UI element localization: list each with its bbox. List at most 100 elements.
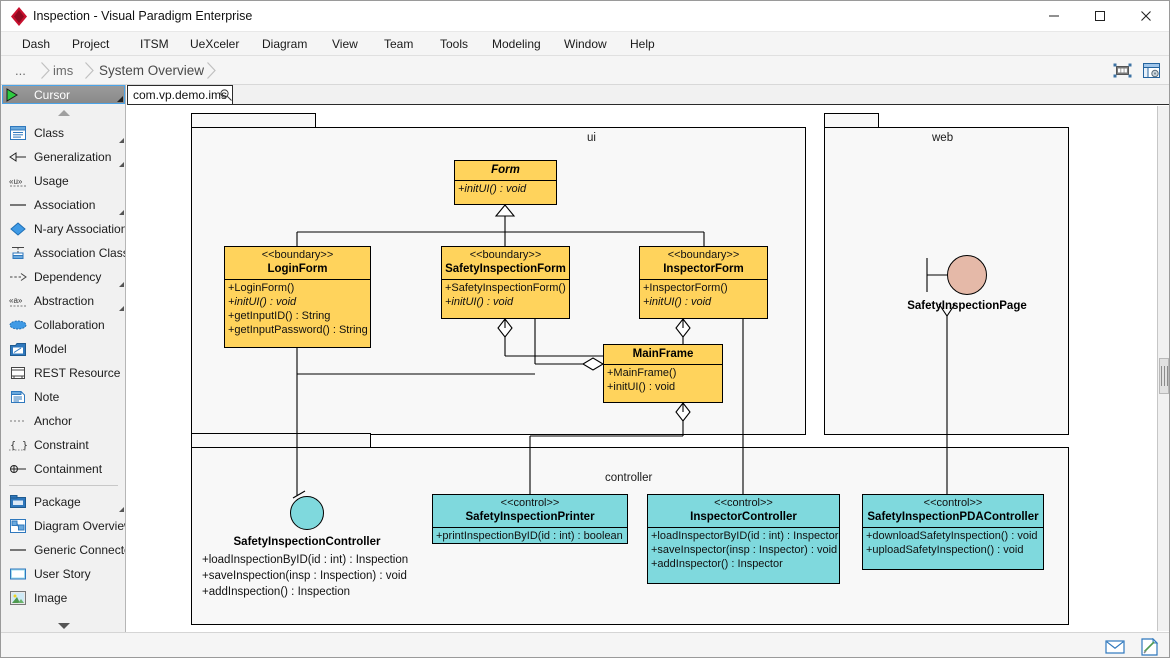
palette-item-note[interactable]: Note <box>1 385 126 409</box>
menu-item-modeling[interactable]: Modeling <box>483 32 550 56</box>
menu-item-window[interactable]: Window <box>555 32 616 56</box>
interface-label-SafetyInspectionController: SafetyInspectionController <box>217 536 397 548</box>
class-stereotype: <<boundary>> <box>643 249 764 262</box>
palette-item-collaboration[interactable]: Collaboration <box>1 313 126 337</box>
menu-item-project[interactable]: Project <box>63 32 118 56</box>
palette-item-association[interactable]: Association <box>1 193 126 217</box>
breadcrumb-chevron-icon <box>41 62 50 79</box>
uml-class-SafetyInspectionForm[interactable]: <<boundary>>SafetyInspectionForm+SafetyI… <box>441 246 570 319</box>
user-story-icon <box>9 566 27 582</box>
palette-item-usage[interactable]: «u» Usage <box>1 169 126 193</box>
interface-ball-SafetyInspectionController[interactable] <box>290 496 324 530</box>
class-name: InspectorController <box>651 510 836 524</box>
maximize-button[interactable] <box>1077 1 1123 31</box>
palette-item-label: Anchor <box>34 414 72 428</box>
palette-item-anchor[interactable]: Anchor <box>1 409 126 433</box>
menu-item-diagram[interactable]: Diagram <box>253 32 316 56</box>
interface-operation: +saveInspection(insp : Inspection) : voi… <box>202 570 407 582</box>
palette-item-label: REST Resource <box>34 366 120 380</box>
palette-item-containment[interactable]: Containment <box>1 457 126 481</box>
palette-item-label: Model <box>34 342 67 356</box>
palette-item-n-ary-association[interactable]: N-ary Association <box>1 217 126 241</box>
palette-item-image[interactable]: Image <box>1 586 126 610</box>
splitter-grip[interactable] <box>1159 358 1169 394</box>
uml-class-InspectorController[interactable]: <<control>>InspectorController+loadInspe… <box>647 494 840 584</box>
class-icon <box>9 125 27 141</box>
fit-to-screen-icon[interactable] <box>1110 59 1134 82</box>
palette-item-label: Association Class <box>34 246 126 260</box>
class-name: SafetyInspectionPDAController <box>866 510 1040 524</box>
palette-item-model[interactable]: Model <box>1 337 126 361</box>
package-tab-web[interactable] <box>824 113 879 128</box>
class-operations: +downloadSafetyInspection() : void+uploa… <box>863 528 1043 559</box>
package-tab-ui[interactable] <box>191 113 316 128</box>
palette-item-label: Association <box>34 198 95 212</box>
uml-class-Form[interactable]: Form+initUI() : void <box>454 160 557 205</box>
interface-ball-SafetyInspectionPage[interactable] <box>947 255 987 295</box>
uml-class-SafetyInspectionPrinter[interactable]: <<control>>SafetyInspectionPrinter+print… <box>432 494 628 544</box>
palette-expand-corner[interactable] <box>119 162 124 167</box>
menu-item-itsm[interactable]: ITSM <box>131 32 178 56</box>
uml-class-LoginForm[interactable]: <<boundary>>LoginForm+LoginForm()+initUI… <box>224 246 371 348</box>
diagram-palette: Cursor ClassGeneralization «u» Usage Associ… <box>1 85 126 636</box>
palette-item-constraint[interactable]: { }Constraint <box>1 433 126 457</box>
palette-item-association-class[interactable]: Association Class <box>1 241 126 265</box>
palette-item-rest-resource[interactable]: REST Resource <box>1 361 126 385</box>
palette-item-generic-connector[interactable]: Generic Connector <box>1 538 126 562</box>
palette-expand-corner[interactable] <box>119 138 124 143</box>
canvas-vertical-splitter[interactable] <box>1157 106 1169 631</box>
package-web[interactable] <box>824 127 1069 435</box>
palette-item-abstraction[interactable]: «a»Abstraction <box>1 289 126 313</box>
palette-item-dependency[interactable]: Dependency <box>1 265 126 289</box>
class-name: InspectorForm <box>643 262 764 276</box>
svg-text:«u»: «u» <box>9 177 23 186</box>
palette-expand-corner[interactable] <box>119 210 124 215</box>
class-operation: +SafetyInspectionForm() <box>445 281 567 295</box>
minimize-button[interactable] <box>1031 1 1077 31</box>
menu-item-team[interactable]: Team <box>375 32 422 56</box>
palette-item-label: Package <box>34 495 81 509</box>
close-button[interactable] <box>1123 1 1169 31</box>
palette-item-package[interactable]: Package <box>1 490 126 514</box>
package-tab-controller[interactable] <box>191 433 371 448</box>
class-header: <<boundary>>SafetyInspectionForm <box>442 247 569 280</box>
menu-item-help[interactable]: Help <box>621 32 664 56</box>
palette-expand-corner[interactable] <box>119 282 124 287</box>
palette-items: ClassGeneralization «u» Usage Association N-… <box>1 121 126 610</box>
notes-icon[interactable] <box>1137 635 1161 658</box>
menu-item-view[interactable]: View <box>323 32 367 56</box>
diagram-canvas[interactable]: uiwebcontroller Form+initUI() : void<<bo… <box>127 106 1157 631</box>
palette-item-user-story[interactable]: User Story <box>1 562 126 586</box>
uml-class-InspectorForm[interactable]: <<boundary>>InspectorForm+InspectorForm(… <box>639 246 768 319</box>
uml-class-SafetyInspectionPDAController[interactable]: <<control>>SafetyInspectionPDAController… <box>862 494 1044 570</box>
message-icon[interactable] <box>1103 635 1127 658</box>
palette-expand-corner[interactable] <box>119 507 124 512</box>
diagram-overview-icon <box>9 518 27 534</box>
class-operation: +printInspectionByID(id : int) : boolean <box>436 529 625 543</box>
visual-paradigm-logo-icon <box>10 7 28 26</box>
palette-scroll-up[interactable] <box>1 105 126 121</box>
window-title: Inspection - Visual Paradigm Enterprise <box>33 9 252 23</box>
breadcrumb-item-systemoverview[interactable]: System Overview <box>99 60 204 81</box>
menu-item-tools[interactable]: Tools <box>431 32 477 56</box>
menu-item-uexceler[interactable]: UeXceler <box>181 32 248 56</box>
palette-item-label: User Story <box>34 567 91 581</box>
open-specification-icon[interactable] <box>1139 59 1163 82</box>
palette-item-generalization[interactable]: Generalization <box>1 145 126 169</box>
palette-item-class[interactable]: Class <box>1 121 126 145</box>
nary-association-icon <box>9 221 27 237</box>
uml-class-MainFrame[interactable]: MainFrame+MainFrame()+initUI() : void <box>603 344 723 403</box>
palette-item-cursor[interactable]: Cursor <box>2 85 125 104</box>
palette-item-diagram-overview[interactable]: Diagram Overview <box>1 514 126 538</box>
diagram-tab[interactable]: com.vp.demo.ims <box>127 85 233 105</box>
palette-expand-corner[interactable] <box>119 306 124 311</box>
breadcrumb-item-[interactable]: ... <box>15 60 26 81</box>
palette-item-label: Collaboration <box>34 318 105 332</box>
menu-item-dash[interactable]: Dash <box>13 32 59 56</box>
generalization-icon <box>9 149 27 165</box>
palette-item-label: Generic Connector <box>34 543 126 557</box>
palette-item-label: Usage <box>34 174 69 188</box>
breadcrumb-item-ims[interactable]: ims <box>53 60 73 81</box>
cursor-expand-corner[interactable] <box>117 96 123 102</box>
search-icon[interactable] <box>219 88 233 102</box>
